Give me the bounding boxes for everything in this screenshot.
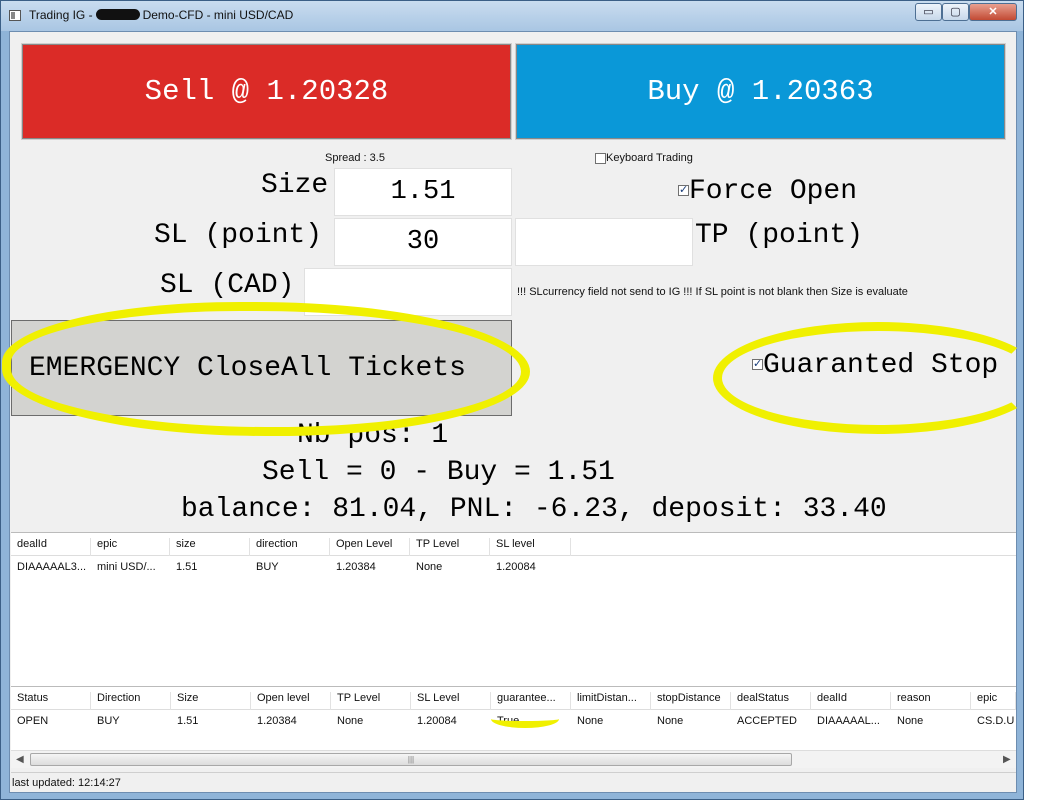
table-cell: OPEN [17, 715, 49, 727]
orders-col-limit-distance[interactable]: limitDistan... [571, 692, 651, 710]
spread-label: Spread : 3.5 [325, 152, 385, 164]
window-title: Trading IG - Demo-CFD - mini USD/CAD [29, 8, 293, 22]
force-open-checkbox[interactable] [678, 183, 689, 197]
positions-table: dealId epic size direction Open Level TP… [11, 532, 1016, 686]
table-cell: 1.51 [176, 561, 198, 573]
orders-col-epic[interactable]: epic [971, 692, 1016, 710]
table-cell: BUY [256, 561, 279, 573]
table-cell: 1.20084 [417, 715, 457, 727]
minimize-button[interactable]: ▭ [915, 3, 942, 21]
table-cell: ACCEPTED [737, 715, 797, 727]
orders-col-sl-level[interactable]: SL Level [411, 692, 491, 710]
sl-cad-input[interactable] [304, 268, 512, 316]
guaranteed-stop-checkbox[interactable] [752, 357, 763, 371]
force-open-label: Force Open [689, 176, 858, 207]
orders-col-direction[interactable]: Direction [91, 692, 171, 710]
keyboard-trading-label: Keyboard Trading [606, 152, 693, 164]
size-input[interactable] [334, 168, 512, 216]
tp-point-input[interactable] [515, 218, 693, 266]
last-updated-text: last updated: 12:14:27 [12, 777, 121, 789]
scroll-left-icon[interactable]: ◀ [16, 754, 24, 765]
client-area: Sell @ 1.20328 Buy @ 1.20363 Spread : 3.… [2, 31, 1042, 793]
buy-button[interactable]: Buy @ 1.20363 [515, 43, 1006, 140]
positions-col-size[interactable]: size [170, 538, 250, 556]
orders-col-open-level[interactable]: Open level [251, 692, 331, 710]
keyboard-trading-toggle[interactable]: Keyboard Trading [595, 152, 693, 164]
table-cell: None [416, 561, 443, 573]
table-cell: DIAAAAAL3... [17, 561, 87, 573]
orders-col-guaranteed[interactable]: guarantee... [491, 692, 571, 710]
orders-col-deal-status[interactable]: dealStatus [731, 692, 811, 710]
table-cell: 1.51 [177, 715, 199, 727]
orders-col-reason[interactable]: reason [891, 692, 971, 710]
keyboard-trading-checkbox[interactable] [595, 152, 606, 164]
close-button[interactable]: ✕ [969, 3, 1017, 21]
table-cell: None [657, 715, 684, 727]
app-icon [9, 10, 21, 21]
status-bar: last updated: 12:14:27 [11, 772, 1016, 792]
app-window: Trading IG - Demo-CFD - mini USD/CAD ▭ ▢ … [0, 0, 1042, 800]
table-cell: 1.20084 [496, 561, 536, 573]
table-row[interactable]: DIAAAAAL3... mini USD/... 1.51 BUY 1.203… [11, 556, 1016, 578]
sl-point-label: SL (point) [154, 220, 323, 251]
orders-table-header: Status Direction Size Open level TP Leve… [11, 687, 1016, 710]
horizontal-scrollbar[interactable]: ◀ ||| ▶ [11, 750, 1016, 768]
scrollbar-thumb[interactable]: ||| [30, 753, 792, 766]
guaranteed-stop-toggle[interactable]: Guaranted Stop [752, 350, 998, 381]
sl-cad-label: SL (CAD) [160, 270, 295, 301]
positions-col-epic[interactable]: epic [91, 538, 170, 556]
table-cell: 1.20384 [257, 715, 297, 727]
orders-col-stop-distance[interactable]: stopDistance [651, 692, 731, 710]
orders-col-tp-level[interactable]: TP Level [331, 692, 411, 710]
size-label: Size [261, 170, 329, 201]
sell-button[interactable]: Sell @ 1.20328 [21, 43, 512, 140]
positions-col-tp-level[interactable]: TP Level [410, 538, 490, 556]
orders-table: Status Direction Size Open level TP Leve… [11, 686, 1016, 750]
window-title-suffix: Demo-CFD - mini USD/CAD [142, 8, 294, 22]
tp-point-label: TP (point) [695, 220, 864, 251]
table-cell: True [497, 715, 520, 727]
table-row[interactable]: OPEN BUY 1.51 1.20384 None 1.20084 True … [11, 710, 1016, 732]
sl-point-input[interactable] [334, 218, 512, 266]
positions-col-direction[interactable]: direction [250, 538, 330, 556]
positions-col-dealid[interactable]: dealId [11, 538, 91, 556]
orders-col-status[interactable]: Status [11, 692, 91, 710]
orders-col-size[interactable]: Size [171, 692, 251, 710]
positions-table-header: dealId epic size direction Open Level TP… [11, 533, 1016, 556]
orders-col-dealid[interactable]: dealId [811, 692, 891, 710]
scroll-right-icon[interactable]: ▶ [1003, 754, 1011, 765]
table-cell: 1.20384 [336, 561, 376, 573]
balance-text: balance: 81.04, PNL: -6.23, deposit: 33.… [181, 494, 887, 525]
table-cell: mini USD/... [97, 561, 156, 573]
title-bar[interactable]: Trading IG - Demo-CFD - mini USD/CAD ▭ ▢ … [1, 1, 1023, 31]
positions-col-open-level[interactable]: Open Level [330, 538, 410, 556]
sell-buy-text: Sell = 0 - Buy = 1.51 [262, 457, 615, 488]
table-cell: DIAAAAAL... [817, 715, 880, 727]
table-cell: None [897, 715, 924, 727]
table-cell: BUY [97, 715, 120, 727]
table-cell: None [337, 715, 364, 727]
positions-col-sl-level[interactable]: SL level [490, 538, 571, 556]
guaranteed-stop-label: Guaranted Stop [763, 350, 999, 381]
maximize-button[interactable]: ▢ [942, 3, 969, 21]
window-title-prefix: Trading IG - [29, 8, 93, 22]
emergency-close-all-button[interactable]: EMERGENCY CloseAll Tickets [11, 320, 512, 416]
nb-pos-text: Nb pos: 1 [297, 420, 449, 451]
redacted-account-icon [95, 9, 140, 20]
table-cell: None [577, 715, 604, 727]
table-cell: CS.D.U [977, 715, 1015, 727]
sl-currency-note: !!! SLcurrency field not send to IG !!! … [517, 286, 908, 298]
force-open-toggle[interactable]: Force Open [678, 176, 857, 207]
